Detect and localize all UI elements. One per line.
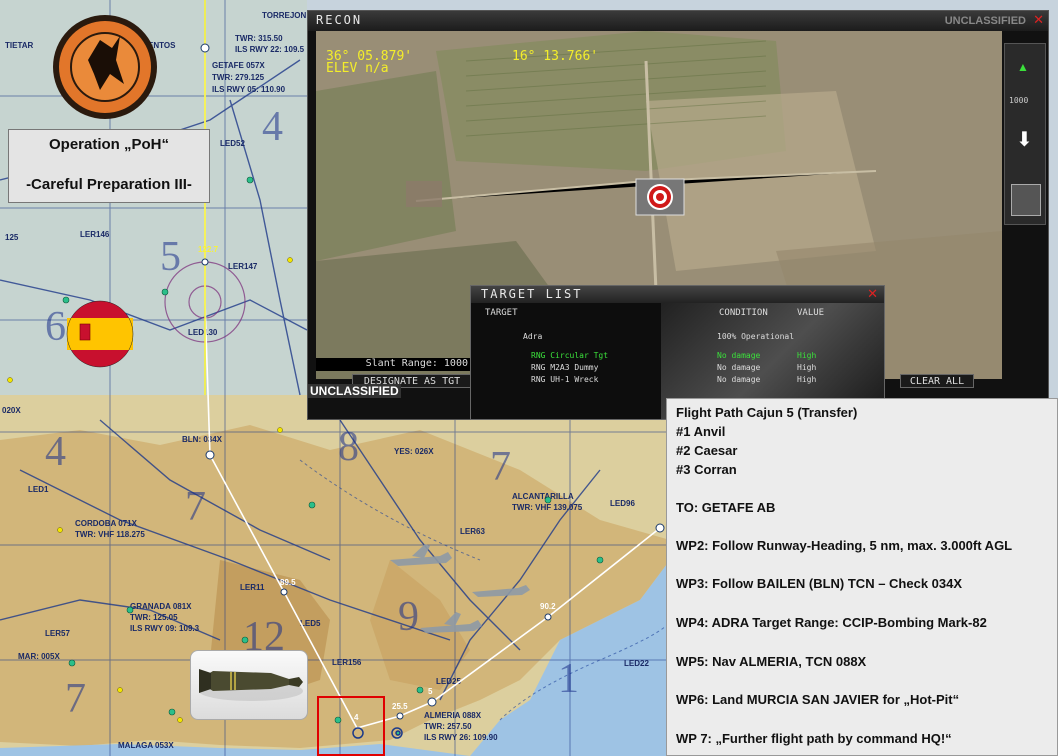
map-label: LER63: [460, 527, 485, 536]
takeoff-line: TO: GETAFE AB: [676, 500, 776, 515]
target-list-title: TARGET LIST: [481, 287, 583, 301]
target-area-highlight: [317, 696, 385, 756]
waypoint-line: WP2: Follow Runway-Heading, 5 nm, max. 3…: [676, 538, 1013, 553]
target-row-name[interactable]: RNG M2A3 Dummy: [531, 363, 598, 372]
map-label: ALCANTARILLA: [512, 492, 574, 501]
target-row-value: High: [797, 375, 817, 384]
map-label: ILS RWY 05: 110.90: [212, 85, 286, 94]
elevation-readout: ELEV n/a: [326, 61, 389, 76]
map-label: LER147: [228, 262, 258, 271]
target-group-condition: 100% Operational: [717, 332, 795, 341]
map-label: BLN: 034X: [182, 435, 223, 444]
recon-title: RECON: [316, 13, 363, 27]
map-label: LER146: [80, 230, 110, 239]
close-icon[interactable]: ✕: [1033, 14, 1044, 27]
flight-member: #2 Caesar: [676, 443, 738, 458]
map-label: ILS RWY 22: 109.5: [235, 45, 305, 54]
waypoint-line: WP 7: „Further flight path by command HQ…: [676, 731, 952, 746]
column-header-condition: CONDITION: [719, 308, 768, 318]
sector-number: 4: [262, 104, 283, 150]
flight-member: #3 Corran: [676, 462, 737, 477]
map-label: TWR: 125.05: [130, 613, 178, 622]
column-header-value: VALUE: [797, 308, 825, 318]
recon-side-controls: ▲ 1000 ⬇: [1004, 43, 1046, 225]
waypoint-label: 5: [428, 687, 433, 696]
map-label: TWR: 279.125: [212, 73, 265, 82]
recon-title-bar[interactable]: RECON UNCLASSIFIED ✕: [308, 11, 1048, 31]
longitude-readout: 16° 13.766': [512, 49, 599, 64]
target-row-name[interactable]: RNG Circular Tgt: [531, 351, 608, 360]
map-label: GETAFE 057X: [212, 61, 265, 70]
map-label: YES: 026X: [394, 447, 434, 456]
map-label: LED52: [220, 139, 245, 148]
map-label: TIETAR: [5, 41, 34, 50]
map-label: TWR: 257.50: [424, 722, 472, 731]
operation-name: Operation „PoH“: [48, 136, 169, 153]
map-label: LER156: [332, 658, 362, 667]
map-label: LER11: [240, 583, 265, 592]
operation-subtitle: -Careful Preparation III-: [26, 176, 192, 193]
logo: [53, 15, 157, 119]
target-row-value: High: [797, 351, 817, 360]
map-label: 020X: [2, 406, 21, 415]
recon-classification: UNCLASSIFIED: [944, 15, 1026, 27]
unclassified-label: UNCLASSIFIED: [308, 384, 401, 398]
waypoint-label: 25.5: [392, 702, 408, 711]
flight-path-title: Flight Path Cajun 5 (Transfer): [676, 405, 858, 420]
target-row-condition: No damage: [717, 351, 761, 360]
map-label: LED1: [28, 485, 49, 494]
sector-number: 7: [490, 444, 511, 490]
map-label: ILS RWY 09: 109.3: [130, 624, 200, 633]
map-label: LED22: [624, 659, 649, 668]
map-label: LED25: [436, 677, 461, 686]
map-label: CORDOBA 071X: [75, 519, 138, 528]
sector-number: 4: [45, 429, 66, 475]
map-label: TWR: VHF 118.275: [75, 530, 145, 539]
map-label: TWR: VHF 139.075: [512, 503, 583, 512]
close-icon[interactable]: ✕: [867, 288, 878, 301]
clear-all-button[interactable]: CLEAR ALL: [900, 374, 974, 388]
target-row-condition: No damage: [717, 363, 761, 372]
target-group-name[interactable]: Adra: [523, 332, 542, 341]
map-label: LER57: [45, 629, 70, 638]
north-arrow-icon[interactable]: ▲: [1017, 60, 1029, 74]
map-label: 125: [5, 233, 19, 242]
zoom-value: 1000: [1009, 96, 1029, 105]
sector-number: 9: [398, 594, 419, 640]
column-header-target: TARGET: [485, 308, 518, 318]
sector-number: 5: [160, 234, 181, 280]
map-label: LED130: [188, 328, 218, 337]
target-row-name[interactable]: RNG UH-1 Wreck: [531, 375, 598, 384]
map-label: MAR: 005X: [18, 652, 60, 661]
waypoint-label: 89.5: [280, 578, 296, 587]
sector-number: 8: [338, 424, 359, 470]
sector-number: 7: [65, 676, 86, 722]
sector-number: 6: [45, 304, 66, 350]
map-label: LED96: [610, 499, 635, 508]
operation-title-box: Operation „PoH“ -Careful Preparation III…: [8, 129, 210, 203]
waypoint-line: WP5: Nav ALMERIA, TCN 088X: [676, 654, 867, 669]
slant-range: Slant Range: 1000: [316, 358, 471, 371]
waypoint-label: 122.7: [198, 245, 219, 254]
sector-number: 7: [185, 484, 206, 530]
target-row-value: High: [797, 363, 817, 372]
map-label: ALMERIA 088X: [424, 711, 482, 720]
waypoint-line: WP3: Follow BAILEN (BLN) TCN – Check 034…: [676, 576, 963, 591]
descend-arrow-icon[interactable]: ⬇: [1016, 130, 1033, 150]
bomb-image: [190, 650, 308, 720]
waypoint-line: WP4: ADRA Target Range: CCIP-Bombing Mar…: [676, 615, 987, 630]
waypoint-line: WP6: Land MURCIA SAN JAVIER for „Hot-Pit…: [676, 692, 960, 707]
map-label: GRANADA 081X: [130, 602, 192, 611]
map-label: MALAGA 053X: [118, 741, 174, 750]
target-list-title-bar[interactable]: TARGET LIST ✕: [471, 286, 884, 303]
map-label: ILS RWY 26: 109.90: [424, 733, 498, 742]
waypoint-label: 90.2: [540, 602, 556, 611]
flight-member: #1 Anvil: [676, 424, 726, 439]
spain-flag-icon: [66, 300, 134, 368]
map-label: TWR: 315.50: [235, 34, 283, 43]
sector-number: 1: [558, 656, 579, 702]
flight-plan-panel: Flight Path Cajun 5 (Transfer) #1 Anvil …: [666, 398, 1058, 756]
target-row-condition: No damage: [717, 375, 761, 384]
thumbnail-icon[interactable]: [1011, 184, 1041, 216]
